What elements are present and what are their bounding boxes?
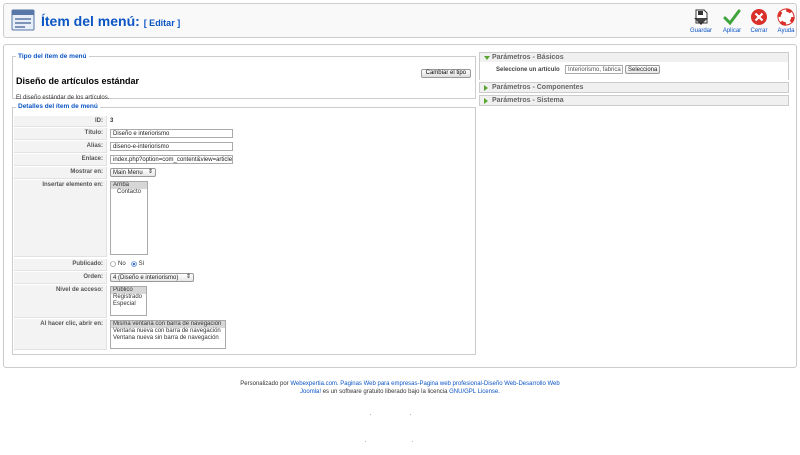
access-level-listbox[interactable]: Público Registrado Especial <box>110 286 147 316</box>
decorative-dot <box>370 414 371 415</box>
title-input[interactable]: Diseño e interiorismo <box>110 129 233 138</box>
decorative-dot <box>410 414 411 415</box>
show-in-value: Main Menu <box>113 170 143 176</box>
page-subtitle: [ Editar ] <box>143 18 181 28</box>
select-arrows-icon: ⇕ <box>185 274 191 280</box>
close-button[interactable]: Cerrar <box>745 8 773 34</box>
params-basic-body: Seleccione un artículo Interiorismo, fab… <box>479 62 789 80</box>
published-label: Publicado: <box>14 259 107 271</box>
select-article-input[interactable]: Interiorismo, fabrica <box>565 65 623 74</box>
params-components-title: Parámetros - Componentes <box>492 84 584 91</box>
select-article-button[interactable]: Selecciona <box>625 65 660 74</box>
published-no-radio[interactable] <box>110 261 116 267</box>
published-radios: No Sí <box>110 261 144 267</box>
params-system-title: Parámetros - Sistema <box>492 97 564 104</box>
decorative-dot <box>365 441 366 442</box>
footer-prefix: Personalizado por <box>240 381 289 387</box>
page-title: Ítem del menú: [ Editar ] <box>41 13 180 29</box>
id-value: 3 <box>110 118 114 124</box>
menu-item-type-description: El diseño estándar de los artículos. <box>16 95 110 101</box>
alias-label: Alias: <box>14 141 107 153</box>
close-icon <box>751 9 767 25</box>
menu-item-type-title: Diseño de artículos estándar <box>16 76 140 86</box>
expanded-arrow-icon <box>484 56 490 60</box>
help-button[interactable]: Ayuda <box>772 8 800 34</box>
on-click-option[interactable]: Misma ventana con barra de navegación <box>111 321 225 328</box>
license-link[interactable]: GNU/GPL License. <box>449 389 500 395</box>
select-article-label: Seleccione un artículo <box>496 67 560 73</box>
title-label: Título: <box>14 128 107 140</box>
page-title-text: Ítem del menú: <box>41 13 140 29</box>
menu-item-type-legend: Tipo del ítem de menú <box>18 53 87 60</box>
order-label: Orden: <box>14 272 107 284</box>
show-in-label: Mostrar en: <box>14 167 107 179</box>
insert-into-option[interactable]: Arriba <box>111 182 147 189</box>
footer-license-text: es un software gratuito liberado bajo la… <box>322 389 448 395</box>
apply-icon <box>723 9 741 26</box>
insert-into-label: Insertar elemento en: <box>14 180 107 257</box>
select-arrows-icon: ⇕ <box>147 169 153 175</box>
alias-input[interactable]: diseno-e-interiorismo <box>110 142 233 151</box>
order-select[interactable]: 4 (Diseño e interiorismo) ⇕ <box>110 273 194 282</box>
published-yes-label: Sí <box>138 261 145 267</box>
insert-into-option[interactable]: Contacto <box>111 189 147 196</box>
on-click-label: Al hacer clic, abrir en: <box>14 319 107 350</box>
insert-into-listbox[interactable]: Arriba Contacto <box>110 181 148 255</box>
published-yes-radio[interactable] <box>130 261 137 267</box>
menu-item-icon <box>11 9 35 31</box>
menu-item-type-fieldset: Tipo del ítem de menú Diseño de artículo… <box>12 53 476 101</box>
on-click-option[interactable]: Ventana nueva con barra de navegación <box>111 328 225 335</box>
collapsed-arrow-icon <box>484 98 488 104</box>
footer-credit-link[interactable]: Webexpertia.com. Paginas Web para empres… <box>290 381 559 387</box>
params-components-toggle[interactable]: Parámetros - Componentes <box>479 82 789 93</box>
decorative-dot <box>412 441 413 442</box>
link-input[interactable]: index.php?option=com_content&view=articl… <box>110 155 233 164</box>
help-icon <box>777 8 795 26</box>
access-level-option[interactable]: Especial <box>111 301 146 308</box>
params-basic-title: Parámetros - Básicos <box>492 54 564 61</box>
access-level-option[interactable]: Público <box>111 287 146 294</box>
close-button-label: Cerrar <box>750 28 768 34</box>
joomla-link[interactable]: Joomla! <box>300 389 321 395</box>
access-level-label: Nivel de acceso: <box>14 285 107 318</box>
save-button-label: Guardar <box>689 28 712 34</box>
id-label: ID: <box>14 116 107 127</box>
help-button-label: Ayuda <box>777 28 795 34</box>
link-label: Enlace: <box>14 154 107 166</box>
save-icon <box>694 9 708 25</box>
footer: Personalizado por Webexpertia.com. Pagin… <box>0 380 800 396</box>
access-level-option[interactable]: Registrado <box>111 294 146 301</box>
published-no-label: No <box>118 261 126 267</box>
change-type-button[interactable]: Cambiar el tipo <box>420 69 471 78</box>
collapsed-arrow-icon <box>484 85 488 91</box>
apply-button-label: Aplicar <box>722 28 742 34</box>
toolbar-box: Ítem del menú: [ Editar ] Guardar Aplica… <box>3 3 797 38</box>
apply-button[interactable]: Aplicar <box>718 8 746 34</box>
order-value: 4 (Diseño e interiorismo) <box>113 275 179 281</box>
save-button[interactable]: Guardar <box>687 8 715 34</box>
show-in-select[interactable]: Main Menu ⇕ <box>110 168 156 177</box>
params-system-toggle[interactable]: Parámetros - Sistema <box>479 95 789 106</box>
on-click-listbox[interactable]: Misma ventana con barra de navegación Ve… <box>110 320 226 349</box>
on-click-option[interactable]: Ventana nueva sin barra de navegación <box>111 335 225 342</box>
menu-item-details-legend: Detalles del ítem de menú <box>16 103 100 110</box>
